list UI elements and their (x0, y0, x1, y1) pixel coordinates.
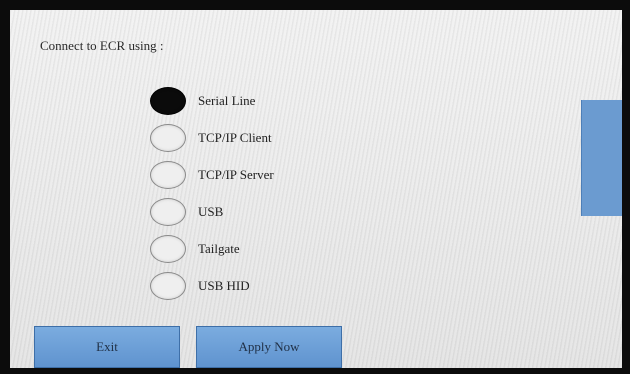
scroll-panel[interactable] (581, 100, 622, 216)
option-tailgate[interactable]: Tailgate (150, 230, 410, 267)
page-title: Connect to ECR using : (40, 38, 164, 53)
radio-tcpip-client[interactable] (150, 123, 186, 152)
option-label-tcpip-client: TCP/IP Client (198, 129, 272, 145)
radio-usb[interactable] (150, 197, 186, 226)
option-usb[interactable]: USB (150, 193, 410, 230)
option-tcpip-server[interactable]: TCP/IP Server (150, 156, 410, 193)
device-bezel: Connect to ECR using : Serial Line TCP/I… (0, 0, 630, 374)
connection-options: Serial Line TCP/IP Client TCP/IP Server … (150, 82, 410, 304)
radio-serial-line[interactable] (150, 86, 186, 115)
option-label-serial-line: Serial Line (198, 92, 256, 108)
radio-tailgate[interactable] (150, 234, 186, 263)
option-label-tcpip-server: TCP/IP Server (198, 166, 274, 182)
option-label-usb: USB (198, 203, 224, 219)
device-screen: Connect to ECR using : Serial Line TCP/I… (10, 10, 622, 368)
option-label-usb-hid: USB HID (198, 277, 250, 293)
option-label-tailgate: Tailgate (198, 240, 240, 256)
option-tcpip-client[interactable]: TCP/IP Client (150, 119, 410, 156)
exit-button[interactable]: Exit (34, 326, 180, 368)
radio-tcpip-server[interactable] (150, 160, 186, 189)
apply-now-button[interactable]: Apply Now (196, 326, 342, 368)
option-usb-hid[interactable]: USB HID (150, 267, 410, 304)
option-serial-line[interactable]: Serial Line (150, 82, 410, 119)
radio-usb-hid[interactable] (150, 271, 186, 300)
